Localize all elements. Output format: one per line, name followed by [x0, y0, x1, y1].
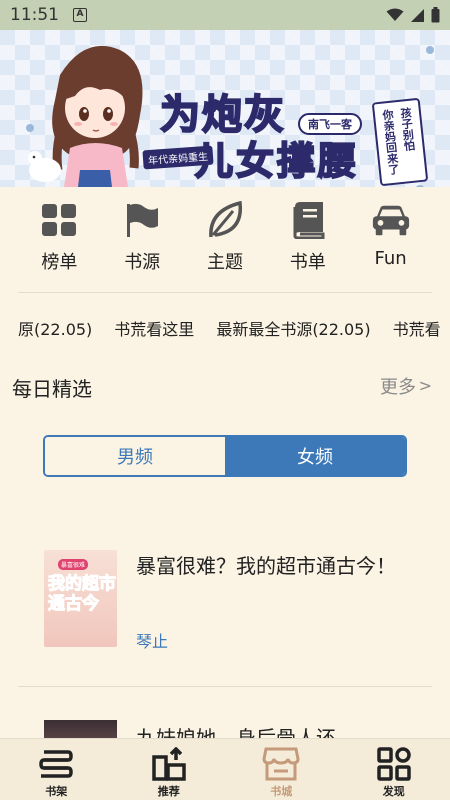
- discover-icon: [375, 746, 413, 782]
- nav-label: 书架: [45, 785, 68, 798]
- category-row: 榜单 书源 主题 书单 Fun: [0, 200, 450, 280]
- nav-label: 书城: [270, 785, 293, 798]
- nav-discover[interactable]: 发现: [359, 739, 429, 800]
- nav-recommend[interactable]: 推荐: [134, 739, 204, 800]
- recommend-icon: [150, 746, 188, 782]
- bookshelf-icon: [37, 746, 75, 782]
- category-themes[interactable]: 主题: [193, 200, 257, 280]
- banner-scroll: 孩子别怕 你亲妈回来了: [371, 97, 429, 187]
- ticker-item[interactable]: 原(22.05): [18, 316, 92, 340]
- category-label: 榜单: [41, 252, 78, 273]
- book-cover: 暴富很难 我的超市通古今: [44, 550, 117, 647]
- tab-male[interactable]: 男频: [45, 437, 225, 475]
- category-booklists[interactable]: 书单: [276, 200, 340, 280]
- nav-store[interactable]: 书城: [246, 739, 316, 800]
- wifi-icon: [386, 8, 404, 21]
- leaf-icon: [205, 200, 245, 240]
- chevron-right-icon[interactable]: >: [419, 376, 432, 395]
- bottom-navigation: 书架 推荐 书城 发现: [0, 738, 450, 800]
- book-icon: [288, 200, 328, 240]
- more-link[interactable]: 更多: [380, 373, 416, 399]
- category-sources[interactable]: 书源: [110, 200, 174, 280]
- notification-a-icon: A: [73, 8, 87, 22]
- banner-title-line2: 儿女撑腰: [194, 138, 360, 184]
- category-label: 书单: [289, 252, 326, 273]
- category-rankings[interactable]: 榜单: [27, 200, 91, 280]
- ticker-item[interactable]: 书荒看: [393, 316, 441, 340]
- banner-scroll-text-1: 孩子别怕: [398, 106, 416, 152]
- ticker-item[interactable]: 最新最全书源(22.05): [216, 316, 370, 340]
- book-title: 暴富很难？我的超市通古今！: [136, 554, 396, 578]
- nav-label: 推荐: [157, 785, 180, 798]
- category-fun[interactable]: Fun: [359, 200, 423, 280]
- book-author[interactable]: 琴止: [136, 628, 168, 652]
- divider: [18, 686, 432, 687]
- store-icon: [262, 746, 300, 782]
- daily-picks-title: 每日精选: [12, 377, 92, 401]
- grid-icon: [39, 200, 79, 240]
- nav-bookshelf[interactable]: 书架: [21, 739, 91, 800]
- ticker-item[interactable]: 书荒看这里: [114, 316, 194, 340]
- signal-icon: [411, 8, 424, 22]
- status-bar: 11:51 A: [0, 0, 450, 30]
- banner-author: 南飞一客: [298, 113, 362, 135]
- status-time: 11:51: [10, 5, 59, 25]
- category-label: 主题: [206, 252, 243, 273]
- car-icon: [371, 200, 411, 240]
- nav-label: 发现: [382, 785, 405, 798]
- cover-title: 我的超市通古今: [48, 574, 117, 615]
- announcement-ticker: 原(22.05) 书荒看这里 最新最全书源(22.05) 书荒看: [0, 308, 450, 344]
- gender-channel-toggle: 男频 女频: [43, 435, 407, 477]
- category-label: Fun: [374, 248, 407, 269]
- tab-female[interactable]: 女频: [225, 437, 405, 475]
- category-label: 书源: [124, 252, 161, 273]
- book-item[interactable]: 暴富很难 我的超市通古今 暴富很难？我的超市通古今！ 琴止: [44, 550, 434, 652]
- flag-icon: [122, 200, 162, 240]
- divider: [18, 292, 432, 293]
- cover-tag: 暴富很难: [58, 559, 89, 570]
- battery-icon: [431, 7, 440, 23]
- promo-banner[interactable]: 为炮灰 儿女撑腰 南飞一客 年代亲妈重生 孩子别怕 你亲妈回来了: [0, 30, 450, 187]
